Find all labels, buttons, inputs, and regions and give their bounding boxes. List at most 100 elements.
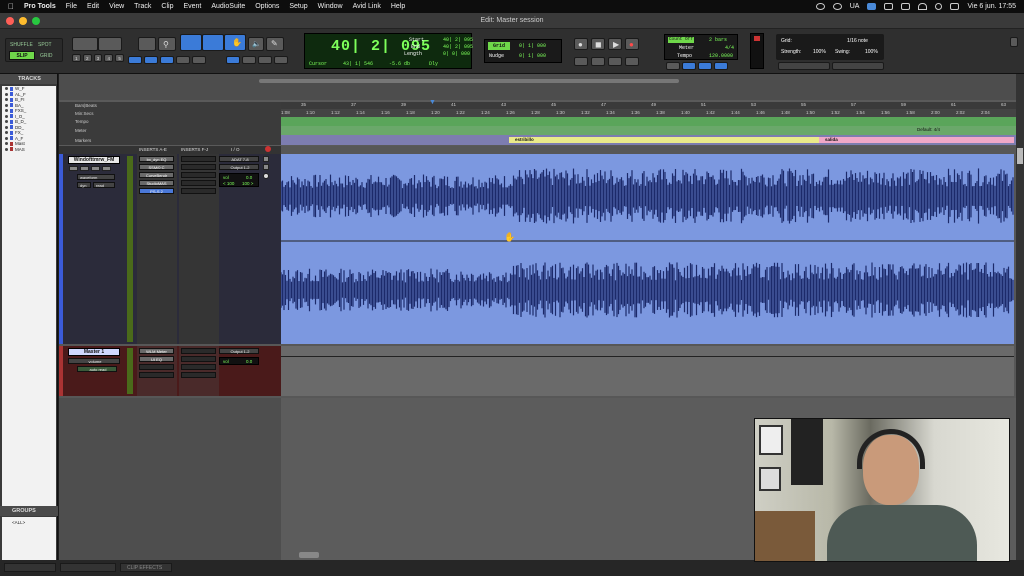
meter-clip-indicator[interactable] (754, 36, 760, 41)
master-insert-a[interactable]: WLM Meter (139, 348, 174, 354)
mode-slip-button[interactable]: SLIP (9, 51, 35, 60)
clock[interactable]: Vie 6 jun. 17:55 (967, 3, 1016, 10)
dyn-selector[interactable]: dyn (77, 182, 91, 188)
swing-value[interactable]: 100% (865, 49, 878, 55)
insert-slot-b[interactable]: SSM/0 C (139, 164, 174, 170)
menu-track[interactable]: Track (134, 3, 151, 10)
tempo-value[interactable]: 120.0000 (709, 53, 733, 59)
insert-slot-a[interactable]: bx_dyn EQ (139, 156, 174, 162)
main-counter-display[interactable]: 40| 2| 095 Cursor 43| 1| 546 -5.6 db Dly… (304, 33, 473, 69)
insert-slot-f[interactable] (181, 156, 216, 162)
avid-icon[interactable] (867, 3, 877, 10)
master-output-selector[interactable]: Output 1-2 (219, 348, 259, 354)
close-column-icon[interactable] (265, 146, 271, 152)
selector-tool[interactable] (202, 34, 224, 51)
output-selector[interactable]: Output 1-2 (219, 164, 259, 170)
marker-estribillo[interactable]: estribillo (509, 137, 819, 143)
go-to-start-button[interactable] (574, 57, 588, 66)
insert-slot-j[interactable] (181, 188, 216, 194)
track-view-selector[interactable]: waveform (77, 174, 115, 180)
master-insert-i[interactable] (181, 372, 216, 378)
tool-option-7[interactable] (242, 56, 256, 64)
count-off-value[interactable]: 2 bars (709, 37, 727, 43)
zoom-preset-2[interactable]: 2 (82, 54, 92, 62)
trim-tool[interactable] (180, 34, 202, 51)
tool-option-5[interactable] (192, 56, 206, 64)
pan-right-value[interactable]: 100 > (242, 181, 253, 186)
bottom-scrollbar[interactable] (299, 552, 319, 558)
tool-option-1[interactable] (128, 56, 142, 64)
group-item[interactable]: <ALL> (12, 517, 56, 525)
min-secs-ruler[interactable]: Min:Secs 1:08 1:10 1:12 1:14 1:16 1:18 1:20 1:2… (59, 109, 1016, 117)
input-selector[interactable]: ADAT 7-8 (219, 156, 259, 162)
track-header-master[interactable]: Master 1 volume auto read WLM Meter UI E… (59, 346, 281, 396)
master-insert-d[interactable] (139, 372, 174, 378)
master-automation-lane[interactable] (281, 346, 1014, 396)
quantize-left-knob[interactable] (778, 62, 830, 70)
grid2-value[interactable]: 1/16 note (847, 38, 868, 44)
marker-salida[interactable]: salida (819, 137, 1014, 143)
tool-option-4[interactable] (176, 56, 190, 64)
insert-slot-d[interactable]: StudioMAS (139, 180, 174, 186)
app-menu[interactable]: Pro Tools (24, 3, 56, 10)
go-to-end-button[interactable] (625, 57, 639, 66)
output-window-button-3[interactable] (263, 173, 269, 179)
play-button[interactable]: ▶ (608, 38, 622, 50)
midi-merge-button[interactable] (714, 62, 728, 70)
volume-pan-box[interactable]: vol 0.0 < 100 100 > (219, 173, 259, 187)
master-insert-b[interactable]: UI EQ (139, 356, 174, 362)
input-language[interactable]: UA (850, 3, 860, 10)
insert-slot-g[interactable] (181, 164, 216, 170)
menu-help[interactable]: Help (391, 3, 405, 10)
zoom-preset-3[interactable]: 3 (93, 54, 103, 62)
strength-value[interactable]: 100% (813, 49, 826, 55)
tracks-header[interactable]: TRACKS (0, 74, 57, 84)
master-insert-g[interactable] (181, 356, 216, 362)
insert-slot-c[interactable]: CurveBendr (139, 172, 174, 178)
meter-ruler[interactable]: Meter Default: 4/4 (59, 126, 1016, 135)
groups-header[interactable]: GROUPS (0, 506, 58, 516)
vertical-scrollbar[interactable] (1016, 74, 1024, 560)
apple-icon[interactable]:  (8, 2, 14, 11)
wifi-icon[interactable] (918, 3, 928, 10)
record-button[interactable]: ● (625, 38, 639, 50)
zoom-preset-1[interactable]: 1 (72, 54, 81, 62)
master-view-selector[interactable]: volume (68, 358, 120, 364)
rewind-button[interactable] (591, 57, 605, 66)
pan-left-value[interactable]: < 100 (223, 181, 234, 186)
insert-slot-i[interactable] (181, 180, 216, 186)
magnifier-tool[interactable]: ⚲ (158, 37, 176, 51)
menu-window[interactable]: Window (318, 3, 343, 10)
nudge-label[interactable]: Nudge (489, 53, 504, 59)
output-window-button-2[interactable] (263, 164, 269, 170)
end-value[interactable]: 40| 2| 095 (443, 44, 473, 50)
bars-beats-ruler[interactable]: Bars|Beats 35 37 39 41 43 45 47 49 51 53 55 57 59 61 6… (59, 99, 1016, 109)
solo-button[interactable] (91, 166, 100, 171)
toolbar-menu-button[interactable] (1010, 37, 1018, 47)
tool-option-6[interactable] (226, 56, 240, 64)
menu-options[interactable]: Options (255, 3, 279, 10)
pencil-tool[interactable]: ✎ (266, 37, 284, 51)
mode-shuffle[interactable]: SHUFFLE (10, 42, 33, 48)
length-value[interactable]: 0| 0| 000 (443, 51, 470, 57)
countoff-toggle-button[interactable] (698, 62, 712, 70)
mode-grid[interactable]: GRID (40, 53, 53, 59)
search-icon[interactable] (935, 3, 943, 10)
tool-option-3[interactable] (160, 56, 174, 64)
clip-effects-tab[interactable]: CLIP EFFECTS (120, 563, 172, 572)
display-icon[interactable] (901, 3, 911, 10)
volume-value[interactable]: 0.0 (246, 175, 252, 180)
zoomer-tool[interactable] (138, 37, 156, 51)
master-insert-f[interactable] (181, 348, 216, 354)
zoom-icon[interactable] (32, 17, 40, 25)
insert-slot-e[interactable]: PS-S 2 (139, 188, 174, 194)
menu-clip[interactable]: Clip (161, 3, 173, 10)
menu-avid-link[interactable]: Avid Link (353, 3, 381, 10)
scrubber-tool[interactable]: 🔈 (248, 37, 264, 51)
grid-value[interactable]: 0| 1| 000 (519, 43, 546, 49)
output-window-button[interactable] (263, 156, 269, 162)
menu-file[interactable]: File (66, 3, 77, 10)
vertical-scroll-thumb[interactable] (1017, 148, 1023, 164)
mute-button[interactable] (102, 166, 111, 171)
quantize-right-knob[interactable] (832, 62, 884, 70)
